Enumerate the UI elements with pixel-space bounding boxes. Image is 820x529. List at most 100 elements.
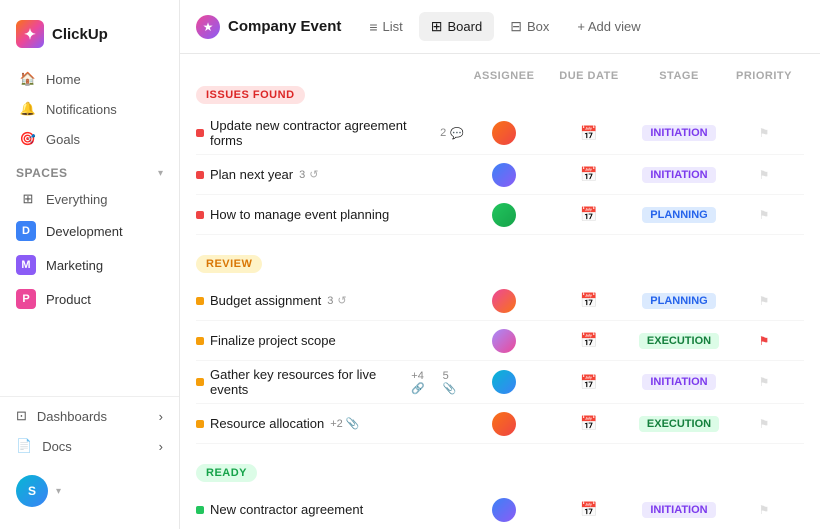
sidebar-item-marketing[interactable]: M Marketing bbox=[0, 248, 179, 282]
task-name: Finalize project scope bbox=[210, 333, 336, 348]
assignee-cell bbox=[464, 163, 544, 187]
user-avatar-area[interactable]: S ▾ bbox=[0, 465, 179, 517]
tab-box[interactable]: ⊟ Box bbox=[498, 12, 561, 41]
flag-icon: ⚑ bbox=[759, 294, 770, 308]
logo-area: ✦ ClickUp bbox=[0, 12, 179, 64]
date-cell: 📅 bbox=[544, 374, 634, 391]
date-cell: 📅 bbox=[544, 292, 634, 309]
table-row[interactable]: Resource allocation +2 📎 📅 EXECUTION ⚑ bbox=[196, 404, 804, 444]
sidebar-item-home[interactable]: 🏠 Home bbox=[4, 64, 175, 94]
sidebar-item-docs[interactable]: 📄 Docs › bbox=[0, 431, 179, 461]
table-row[interactable]: Gather key resources for live events +4 … bbox=[196, 361, 804, 404]
status-badge: EXECUTION bbox=[639, 416, 719, 432]
topbar: ★ Company Event ≡ List ⊞ Board ⊟ Box + A… bbox=[180, 0, 820, 54]
task-dot-icon bbox=[196, 378, 204, 386]
task-name-cell: New contractor agreement bbox=[196, 502, 464, 517]
add-view-label: + Add view bbox=[577, 19, 640, 34]
dashboards-chevron-icon: › bbox=[159, 409, 163, 424]
flag-cell: ⚑ bbox=[724, 208, 804, 222]
target-icon: 🎯 bbox=[20, 131, 36, 147]
task-name-cell: Resource allocation +2 📎 bbox=[196, 416, 464, 431]
status-cell: EXECUTION bbox=[634, 416, 724, 432]
calendar-icon: 📅 bbox=[580, 332, 597, 349]
task-dot-icon bbox=[196, 297, 204, 305]
col-header-task bbox=[196, 70, 464, 82]
tab-board-label: Board bbox=[448, 19, 483, 34]
task-dot-icon bbox=[196, 129, 204, 137]
table-row[interactable]: Update new contractor agreement forms 2 … bbox=[196, 112, 804, 155]
add-view-button[interactable]: + Add view bbox=[565, 13, 652, 40]
task-dot-icon bbox=[196, 420, 204, 428]
avatar bbox=[492, 121, 516, 145]
table-row[interactable]: Budget assignment 3 ↺ 📅 PLANNING ⚑ bbox=[196, 281, 804, 321]
dashboard-icon: ⊡ bbox=[16, 408, 27, 424]
task-name: New contractor agreement bbox=[210, 502, 363, 517]
sidebar-item-everything[interactable]: ⊞ Everything bbox=[4, 184, 175, 214]
avatar bbox=[492, 203, 516, 227]
date-cell: 📅 bbox=[544, 501, 634, 518]
assignee-cell bbox=[464, 412, 544, 436]
group-review-label: REVIEW bbox=[206, 258, 252, 270]
spaces-chevron-icon[interactable]: ▾ bbox=[158, 168, 163, 179]
task-name-cell: Update new contractor agreement forms 2 … bbox=[196, 118, 464, 148]
col-header-stage: STAGE bbox=[634, 70, 724, 82]
status-cell: PLANNING bbox=[634, 293, 724, 309]
date-cell: 📅 bbox=[544, 206, 634, 223]
project-icon: ★ bbox=[196, 15, 220, 39]
task-meta: 3 ↺ bbox=[327, 294, 346, 307]
task-name: Budget assignment bbox=[210, 293, 321, 308]
table-row[interactable]: Finalize project scope 📅 EXECUTION ⚑ bbox=[196, 321, 804, 361]
calendar-icon: 📅 bbox=[580, 125, 597, 142]
table-row[interactable]: How to manage event planning 📅 PLANNING … bbox=[196, 195, 804, 235]
flag-cell: ⚑ bbox=[724, 417, 804, 431]
table-row[interactable]: Plan next year 3 ↺ 📅 INITIATION ⚑ bbox=[196, 155, 804, 195]
user-initial: S bbox=[28, 484, 36, 498]
board-content: ASSIGNEE DUE DATE STAGE PRIORITY ISSUES … bbox=[180, 54, 820, 529]
task-meta: +2 📎 bbox=[330, 417, 359, 430]
sidebar-item-marketing-label: Marketing bbox=[46, 258, 103, 273]
flag-icon: ⚑ bbox=[759, 375, 770, 389]
calendar-icon: 📅 bbox=[580, 166, 597, 183]
flag-cell: ⚑ bbox=[724, 126, 804, 140]
status-cell: PLANNING bbox=[634, 207, 724, 223]
group-ready: READY New contractor agreement 📅 INITIAT… bbox=[196, 464, 804, 529]
project-title-area: ★ Company Event bbox=[196, 15, 341, 39]
avatar: S bbox=[16, 475, 48, 507]
group-header-ready: READY bbox=[196, 464, 257, 482]
group-header-review: REVIEW bbox=[196, 255, 262, 273]
flag-cell: ⚑ bbox=[724, 294, 804, 308]
task-meta: +4 🔗 5 📎 bbox=[411, 370, 464, 395]
sidebar-item-development-label: Development bbox=[46, 224, 123, 239]
task-name-cell: Budget assignment 3 ↺ bbox=[196, 293, 464, 308]
development-badge: D bbox=[16, 221, 36, 241]
flag-cell: ⚑ bbox=[724, 503, 804, 517]
assignee-cell bbox=[464, 121, 544, 145]
sidebar-item-product[interactable]: P Product bbox=[0, 282, 179, 316]
tab-board[interactable]: ⊞ Board bbox=[419, 12, 494, 41]
task-dot-icon bbox=[196, 337, 204, 345]
tab-list[interactable]: ≡ List bbox=[357, 13, 414, 41]
sidebar-item-notifications[interactable]: 🔔 Notifications bbox=[4, 94, 175, 124]
task-count: 2 bbox=[440, 127, 446, 139]
table-row[interactable]: New contractor agreement 📅 INITIATION ⚑ bbox=[196, 490, 804, 529]
assignee-cell bbox=[464, 370, 544, 394]
col-header-due-date: DUE DATE bbox=[544, 70, 634, 82]
avatar bbox=[492, 498, 516, 522]
sidebar-item-product-label: Product bbox=[46, 292, 91, 307]
repeat-icon: ↺ bbox=[309, 168, 318, 181]
app-name: ClickUp bbox=[52, 26, 108, 43]
task-name-cell: Plan next year 3 ↺ bbox=[196, 167, 464, 182]
task-count: 3 bbox=[327, 295, 333, 307]
sidebar-nav: 🏠 Home 🔔 Notifications 🎯 Goals Spaces ▾ … bbox=[0, 64, 179, 392]
sidebar-item-dashboards[interactable]: ⊡ Dashboards › bbox=[0, 401, 179, 431]
status-badge: PLANNING bbox=[642, 207, 715, 223]
sidebar-item-development[interactable]: D Development bbox=[0, 214, 179, 248]
board-tab-icon: ⊞ bbox=[431, 18, 443, 35]
date-cell: 📅 bbox=[544, 415, 634, 432]
task-meta: 3 ↺ bbox=[299, 168, 318, 181]
sidebar-item-home-label: Home bbox=[46, 72, 81, 87]
sidebar-item-goals[interactable]: 🎯 Goals bbox=[4, 124, 175, 154]
column-headers: ASSIGNEE DUE DATE STAGE PRIORITY bbox=[196, 70, 804, 86]
box-tab-icon: ⊟ bbox=[510, 18, 522, 35]
date-cell: 📅 bbox=[544, 125, 634, 142]
